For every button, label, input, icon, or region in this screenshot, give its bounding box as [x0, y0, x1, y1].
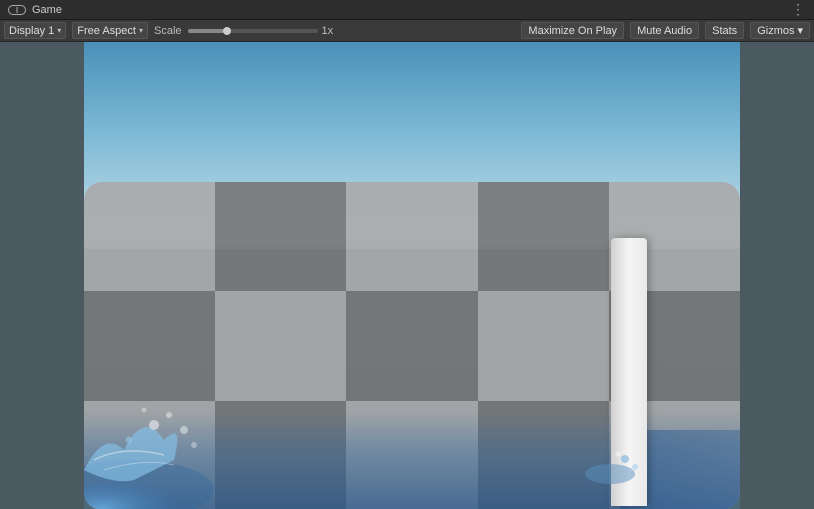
scale-slider[interactable]	[188, 29, 318, 33]
aspect-dropdown-arrow: ▾	[139, 26, 143, 35]
maximize-on-play-button[interactable]: Maximize On Play	[521, 22, 624, 39]
maximize-on-play-label: Maximize On Play	[528, 25, 617, 37]
checker-cell	[478, 291, 609, 400]
tab-menu-icon[interactable]: ⋮	[791, 1, 806, 18]
checker-cell	[478, 182, 609, 291]
scale-slider-fill	[188, 29, 227, 33]
water-drip-svg	[580, 439, 660, 489]
gizmos-button[interactable]: Gizmos ▾	[750, 22, 810, 39]
checker-cell	[346, 291, 477, 400]
checker-cell	[84, 182, 215, 291]
gizmos-label: Gizmos	[757, 25, 794, 37]
scale-slider-container: 1x	[188, 25, 334, 37]
game-toolbar: Display 1 ▾ Free Aspect ▾ Scale 1x Maxim…	[0, 20, 814, 42]
scale-value: 1x	[322, 25, 334, 37]
aspect-dropdown-label: Free Aspect	[77, 25, 136, 37]
title-bar: Game ⋮	[0, 0, 814, 20]
display-dropdown[interactable]: Display 1 ▾	[4, 22, 66, 39]
gizmos-dropdown-arrow: ▾	[797, 24, 803, 37]
viewport-bg-right	[740, 42, 814, 509]
stats-label: Stats	[712, 25, 737, 37]
game-viewport	[0, 42, 814, 509]
viewport-bg-left	[0, 42, 84, 509]
stats-button[interactable]: Stats	[705, 22, 744, 39]
aspect-dropdown[interactable]: Free Aspect ▾	[72, 22, 148, 39]
display-dropdown-label: Display 1	[9, 25, 54, 37]
game-tab-icon	[8, 5, 26, 15]
display-dropdown-arrow: ▾	[57, 26, 61, 35]
water-splash-left	[84, 380, 284, 509]
splash-svg	[84, 380, 284, 509]
scale-label: Scale	[154, 25, 182, 37]
mute-audio-label: Mute Audio	[637, 25, 692, 37]
game-tab-label: Game	[32, 4, 62, 16]
checker-cell	[346, 182, 477, 291]
checker-cell	[215, 182, 346, 291]
mute-audio-button[interactable]: Mute Audio	[630, 22, 699, 39]
scale-slider-thumb	[223, 27, 231, 35]
